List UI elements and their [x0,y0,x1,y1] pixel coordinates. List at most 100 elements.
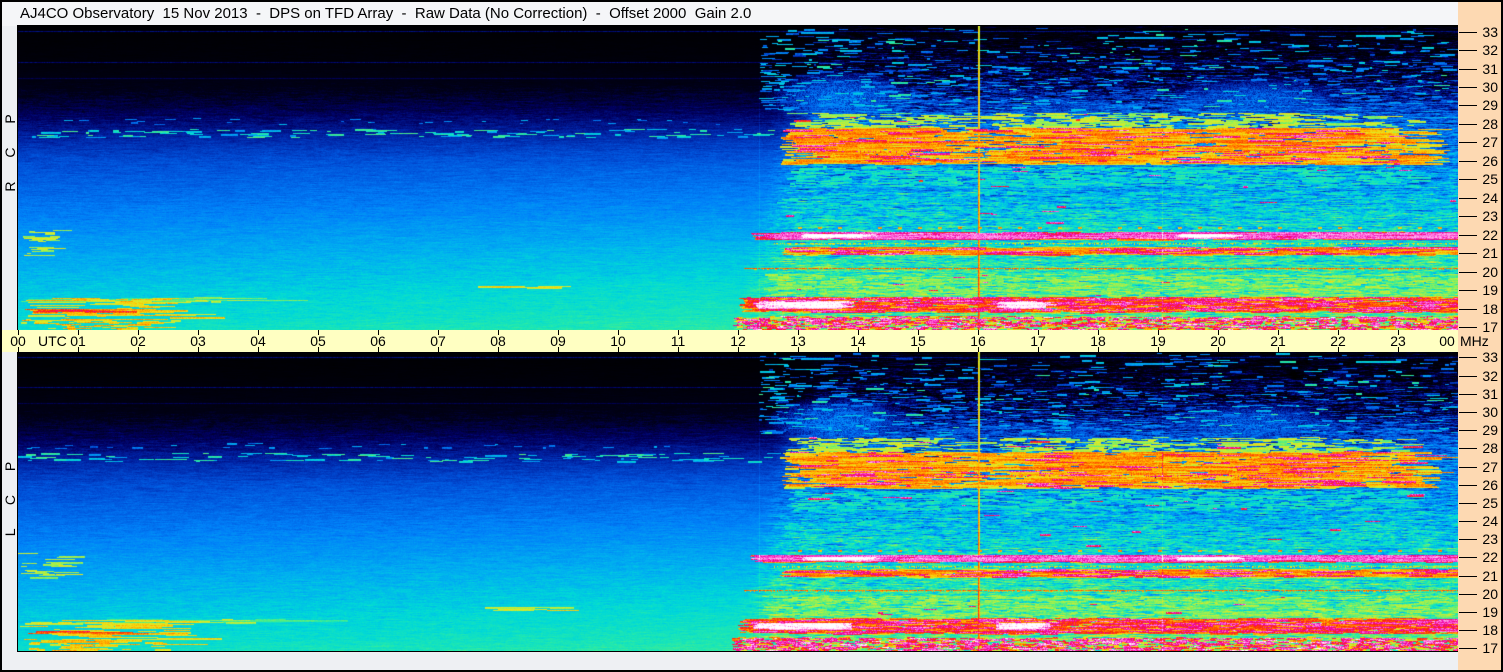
time-axis-unit-label: UTC [38,333,67,349]
time-label-4: 04 [250,333,266,349]
freq-tick [1459,357,1477,358]
freq-label-0-27: 27 [1482,134,1498,150]
freq-tick [1459,272,1477,273]
freq-label-1-19: 19 [1482,604,1498,620]
freq-label-0-31: 31 [1482,61,1498,77]
rcp-polarization-label: R C P [2,104,18,192]
freq-label-0-26: 26 [1482,153,1498,169]
freq-tick [1459,467,1477,468]
time-label-0: 00 [10,333,26,349]
freq-label-0-23: 23 [1482,208,1498,224]
freq-label-1-30: 30 [1482,404,1498,420]
time-label-17: 17 [1030,333,1046,349]
freq-tick [1459,124,1477,125]
time-label-1: 01 [70,333,86,349]
time-label-19: 19 [1150,333,1166,349]
time-label-11: 11 [670,333,686,349]
freq-tick [1459,394,1477,395]
freq-axis-unit-label: MHz [1460,333,1489,349]
freq-tick [1459,253,1477,254]
freq-tick [1459,630,1477,631]
time-label-10: 10 [610,333,626,349]
freq-tick [1459,87,1477,88]
freq-tick [1459,503,1477,504]
freq-tick [1459,448,1477,449]
freq-label-1-33: 33 [1482,349,1498,365]
lcp-spectrogram-panel[interactable] [17,351,1459,652]
time-label-16: 16 [970,333,986,349]
title-bar: AJ4CO Observatory 15 Nov 2013 - DPS on T… [2,2,1458,26]
freq-label-0-22: 22 [1482,227,1498,243]
spectrograph-window: AJ4CO Observatory 15 Nov 2013 - DPS on T… [0,0,1503,672]
time-label-23: 23 [1390,333,1406,349]
freq-label-0-32: 32 [1482,42,1498,58]
freq-label-0-20: 20 [1482,264,1498,280]
freq-label-1-20: 20 [1482,586,1498,602]
time-label-3: 03 [190,333,206,349]
freq-tick [1459,290,1477,291]
freq-label-0-24: 24 [1482,190,1498,206]
time-label-2: 02 [130,333,146,349]
time-label-8: 08 [490,333,506,349]
freq-label-1-31: 31 [1482,386,1498,402]
freq-tick [1459,32,1477,33]
freq-tick [1459,648,1477,649]
freq-tick [1459,430,1477,431]
freq-label-1-21: 21 [1482,568,1498,584]
freq-label-1-22: 22 [1482,549,1498,565]
freq-tick [1459,69,1477,70]
freq-label-1-25: 25 [1482,495,1498,511]
freq-label-0-25: 25 [1482,171,1498,187]
time-label-21: 21 [1270,333,1286,349]
lcp-polarization-label: L C P [2,451,18,537]
time-label-20: 20 [1210,333,1226,349]
time-label-12: 12 [730,333,746,349]
freq-label-0-28: 28 [1482,116,1498,132]
time-label-14: 14 [850,333,866,349]
time-label-22: 22 [1330,333,1346,349]
freq-label-0-19: 19 [1482,282,1498,298]
freq-label-0-33: 33 [1482,24,1498,40]
time-label-5: 05 [310,333,326,349]
time-label-13: 13 [790,333,806,349]
freq-tick [1459,612,1477,613]
freq-label-1-24: 24 [1482,513,1498,529]
freq-tick [1459,576,1477,577]
time-label-18: 18 [1090,333,1106,349]
freq-label-0-30: 30 [1482,79,1498,95]
freq-label-1-32: 32 [1482,368,1498,384]
freq-tick [1459,327,1477,328]
time-label-24: 00 [1439,333,1455,349]
freq-tick [1459,161,1477,162]
freq-tick [1459,142,1477,143]
time-label-7: 07 [430,333,446,349]
freq-label-0-29: 29 [1482,97,1498,113]
time-label-9: 09 [550,333,566,349]
freq-tick [1459,198,1477,199]
time-label-15: 15 [910,333,926,349]
freq-label-1-27: 27 [1482,459,1498,475]
freq-tick [1459,235,1477,236]
freq-label-1-23: 23 [1482,531,1498,547]
freq-label-1-29: 29 [1482,422,1498,438]
freq-label-1-18: 18 [1482,622,1498,638]
freq-tick [1459,594,1477,595]
freq-tick [1459,557,1477,558]
freq-tick [1459,485,1477,486]
freq-tick [1459,179,1477,180]
freq-tick [1459,50,1477,51]
freq-tick [1459,376,1477,377]
frequency-axis-margin: 33 32 31 30 29 28 27 26 25 24 23 22 21 20 19 18 17 33 32 31… [1458,2,1501,670]
freq-tick [1459,539,1477,540]
freq-label-1-28: 28 [1482,440,1498,456]
title-text: AJ4CO Observatory 15 Nov 2013 - DPS on T… [20,5,752,22]
window-inner: AJ4CO Observatory 15 Nov 2013 - DPS on T… [2,2,1501,670]
freq-tick [1459,309,1477,310]
time-label-6: 06 [370,333,386,349]
freq-tick [1459,412,1477,413]
freq-label-1-26: 26 [1482,477,1498,493]
time-axis: 00 01 02 03 04 05 06 07 08 09 10 11 12 13 14 15 16 17 18 19… [2,330,1458,352]
rcp-spectrogram-panel[interactable] [17,25,1459,331]
freq-tick [1459,216,1477,217]
freq-tick [1459,521,1477,522]
